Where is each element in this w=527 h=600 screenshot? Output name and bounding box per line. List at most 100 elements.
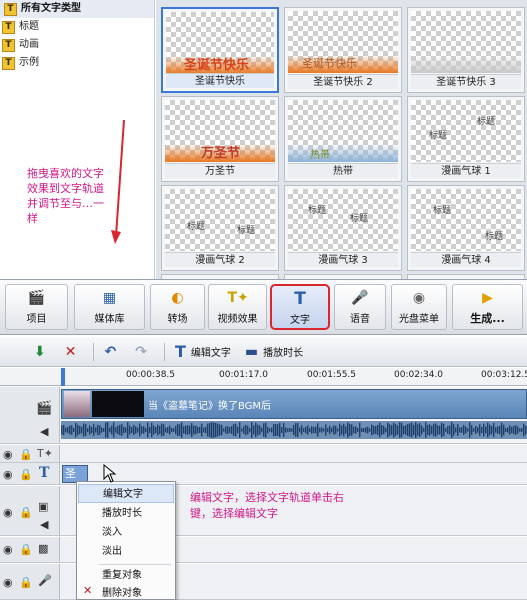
effect-track-icon: ▩ bbox=[38, 542, 49, 555]
speech-bubble-text: 标题 bbox=[433, 206, 452, 216]
generate-button[interactable]: ▶ 生成... bbox=[452, 284, 523, 330]
text-effect-gallery: 圣诞节快乐 圣诞节快乐 圣诞节快乐 圣诞节快乐 2 圣诞节快乐 3 万圣节 万圣… bbox=[156, 0, 527, 279]
text-effect-tile[interactable]: 圣诞节快乐 3 bbox=[407, 7, 525, 93]
clip-thumbnail bbox=[64, 391, 90, 417]
media-library-button[interactable]: ▦ 媒体库 bbox=[74, 284, 145, 330]
voice-button[interactable]: 🎤 语音 bbox=[334, 284, 386, 330]
ruler-tick-label: 00:00:38.5 bbox=[126, 370, 176, 380]
main-toolbar: 🎬 项目 ▦ 媒体库 ◐ 转场 T✦ 视频效果 T 文字 🎤 语音 ◉ 光盘菜单… bbox=[0, 279, 527, 335]
track-header: ◉ 🔒 🎤 bbox=[0, 564, 60, 599]
track-header: ◉ 🔒 ▣ ◀ bbox=[0, 486, 60, 535]
delete-button[interactable]: ✕ bbox=[61, 341, 86, 363]
text-effect-tile[interactable]: 标题 标题 漫画气球 3 bbox=[284, 185, 402, 271]
add-down-arrow-icon: ⬇ bbox=[34, 343, 46, 360]
context-menu: 编辑文字 播放时长 淡入 淡出 重复对象 ✕ 删除对象 bbox=[76, 481, 176, 600]
delete-x-icon: ✕ bbox=[83, 584, 93, 597]
lock-icon[interactable]: 🔒 bbox=[19, 576, 33, 589]
edit-text-hint-annotation: 编辑文字，选择文字轨道单击右键，选择编辑文字 bbox=[190, 491, 344, 520]
microphone-icon: 🎤 bbox=[38, 574, 52, 587]
text-effect-tile[interactable]: 标题 标题 漫画气球 4 bbox=[407, 185, 525, 271]
text-type-icon: T bbox=[2, 56, 15, 70]
menu-item-duplicate[interactable]: 重复对象 bbox=[78, 566, 174, 585]
lock-icon[interactable]: 🔒 bbox=[19, 543, 33, 556]
tree-item-title[interactable]: T 标题 bbox=[0, 18, 154, 36]
text-effect-tile[interactable]: 万圣节 万圣节 bbox=[161, 96, 279, 182]
tile-caption: 漫画气球 2 bbox=[165, 252, 275, 267]
eye-icon[interactable]: ◉ bbox=[3, 506, 13, 519]
clapperboard-icon: 🎬 bbox=[27, 290, 46, 306]
ruler-tick-label: 00:01:17.0 bbox=[219, 370, 269, 380]
lock-icon[interactable]: 🔒 bbox=[19, 448, 33, 461]
eye-icon[interactable]: ◉ bbox=[3, 448, 13, 461]
disc-menu-button[interactable]: ◉ 光盘菜单 bbox=[391, 284, 447, 330]
speech-bubble-text: 标题 bbox=[187, 222, 206, 232]
redo-icon: ↷ bbox=[135, 343, 147, 360]
eye-icon[interactable]: ◉ bbox=[3, 576, 13, 589]
clip-label: 当《盗墓笔记》换了BGM后 bbox=[148, 401, 272, 412]
speech-bubble-text: 标题 bbox=[350, 214, 369, 224]
speech-bubble-text: 标题 bbox=[308, 206, 327, 216]
button-label: 文字 bbox=[290, 315, 310, 326]
tree-item-animation[interactable]: T 动画 bbox=[0, 36, 154, 54]
menu-item-label: 删除对象 bbox=[102, 588, 142, 599]
eye-icon[interactable]: ◉ bbox=[3, 543, 13, 556]
lock-icon[interactable]: 🔒 bbox=[19, 506, 33, 519]
button-label: 转场 bbox=[167, 314, 188, 325]
tree-item-all-text-types[interactable]: T 所有文字类型 bbox=[0, 0, 154, 18]
ruler-tick-label: 00:02:34.0 bbox=[394, 370, 444, 380]
add-object-button[interactable]: ⬇ bbox=[30, 341, 55, 363]
text-button[interactable]: T 文字 bbox=[270, 284, 330, 330]
menu-item-edit-text[interactable]: 编辑文字 bbox=[78, 484, 174, 503]
text-effect-tile[interactable]: 圣诞节快乐 圣诞节快乐 bbox=[161, 7, 279, 93]
clip-thumbnail bbox=[92, 391, 144, 417]
menu-item-fade-in[interactable]: 淡入 bbox=[78, 523, 174, 542]
tree-item-label: 示例 bbox=[19, 57, 39, 68]
video-clip[interactable]: 当《盗墓笔记》换了BGM后 bbox=[61, 389, 527, 419]
ruler-tick-label: 00:03:12.5 bbox=[481, 370, 527, 380]
tile-thumbnail: 标题 标题 bbox=[165, 189, 275, 251]
tree-item-label: 所有文字类型 bbox=[21, 3, 81, 14]
effects-icon: T✦ bbox=[37, 447, 53, 460]
tile-thumbnail: 标题 标题 bbox=[288, 189, 398, 251]
lock-icon[interactable]: 🔒 bbox=[19, 468, 33, 481]
mouse-cursor-icon bbox=[103, 464, 117, 483]
tile-caption: 漫画气球 1 bbox=[411, 163, 521, 178]
menu-item-delete[interactable]: ✕ 删除对象 bbox=[78, 584, 174, 600]
text-effect-tile[interactable]: 热带 热带 bbox=[284, 96, 402, 182]
timeline-toolbar: ⬇ ✕ ↶ ↷ T 编辑文字 ▬ 播放时长 bbox=[0, 337, 527, 367]
eye-icon[interactable]: ◉ bbox=[3, 468, 13, 481]
speech-bubble-text: 标题 bbox=[485, 232, 504, 242]
speaker-icon[interactable]: ◀ bbox=[40, 425, 48, 438]
effects-icon: T✦ bbox=[227, 290, 249, 306]
redo-button[interactable]: ↷ bbox=[131, 341, 156, 363]
text-effect-tile[interactable]: 标题 标题 漫画气球 1 bbox=[407, 96, 525, 182]
menu-item-duration[interactable]: 播放时长 bbox=[78, 504, 174, 523]
duration-icon: ▬ bbox=[244, 343, 259, 360]
playhead[interactable] bbox=[61, 368, 65, 386]
thumbnail-text: 热带 bbox=[310, 150, 330, 161]
text-type-tree: T 所有文字类型 T 标题 T 动画 T 示例 拖曳喜欢的文字效果到文字轨道 并… bbox=[0, 0, 155, 279]
tile-thumbnail: 标题 标题 bbox=[411, 100, 521, 162]
menu-item-fade-out[interactable]: 淡出 bbox=[78, 542, 174, 561]
speaker-icon[interactable]: ◀ bbox=[40, 518, 48, 531]
tree-item-label: 标题 bbox=[19, 21, 39, 32]
toolbar-divider bbox=[163, 342, 165, 361]
tile-thumbnail: 标题 标题 bbox=[411, 189, 521, 251]
edit-text-button[interactable]: T 编辑文字 bbox=[171, 341, 235, 363]
timeline-ruler[interactable]: 00:00:38.5 00:01:17.0 00:01:55.5 00:02:3… bbox=[0, 368, 527, 386]
project-button[interactable]: 🎬 项目 bbox=[5, 284, 68, 330]
audio-waveform[interactable] bbox=[61, 421, 527, 439]
track-header: ◉ 🔒 T✦ bbox=[0, 445, 60, 462]
undo-button[interactable]: ↶ bbox=[100, 341, 125, 363]
drag-hint-annotation: 拖曳喜欢的文字效果到文字轨道 并调节至与…一样 bbox=[27, 167, 104, 225]
tree-item-example[interactable]: T 示例 bbox=[0, 54, 154, 72]
video-effects-button[interactable]: T✦ 视频效果 bbox=[208, 284, 267, 330]
text-effect-tile[interactable]: 标题 标题 漫画气球 2 bbox=[161, 185, 279, 271]
transitions-button[interactable]: ◐ 转场 bbox=[150, 284, 205, 330]
tile-caption: 圣诞节快乐 2 bbox=[288, 74, 398, 89]
text-effect-tile[interactable]: 圣诞节快乐 圣诞节快乐 2 bbox=[284, 7, 402, 93]
tile-caption: 漫画气球 3 bbox=[288, 252, 398, 267]
tile-thumbnail: 热带 bbox=[288, 100, 398, 162]
duration-button[interactable]: ▬ 播放时长 bbox=[241, 341, 307, 363]
track-header: ◉ 🔒 T bbox=[0, 463, 60, 484]
